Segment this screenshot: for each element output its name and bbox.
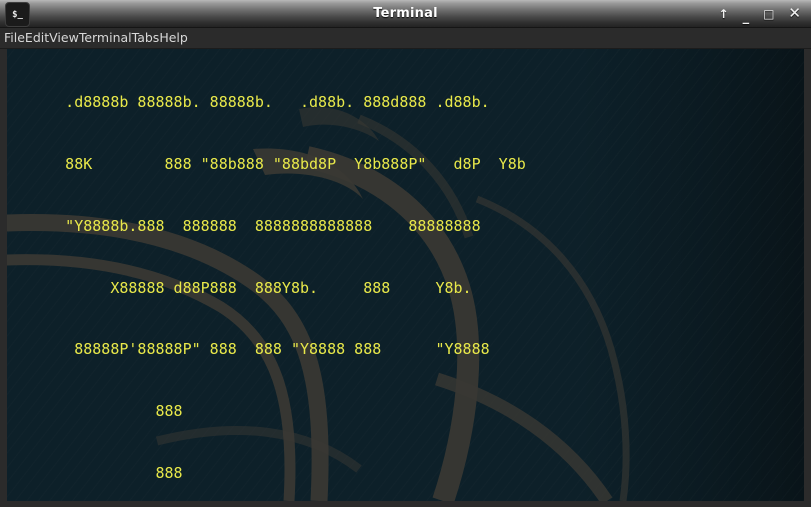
title-bar: $_ Terminal ↑ _ □ ✕	[0, 0, 811, 28]
banner-line: 888	[11, 402, 183, 421]
banner-line: 88K 888 "88b888 "88bd8P Y8b888P" d8P Y8b	[11, 154, 526, 173]
window-title: Terminal	[373, 6, 438, 21]
terminal-output: .d8888b 88888b. 88888b. .d88b. 888d888 .…	[7, 49, 804, 501]
banner-line: .d8888b 88888b. 88888b. .d88b. 888d888 .…	[11, 93, 490, 112]
menu-bar: File Edit View Terminal Tabs Help	[0, 28, 811, 49]
maximize-button[interactable]: □	[763, 8, 774, 20]
terminal-app-icon: $_	[5, 2, 30, 27]
close-button[interactable]: ✕	[788, 6, 801, 21]
minimize-button[interactable]: _	[743, 11, 750, 24]
banner-line: X88888 d88P888 888Y8b. 888 Y8b.	[11, 278, 472, 297]
terminal-window: $_ Terminal ↑ _ □ ✕ File Edit View Termi…	[0, 0, 811, 507]
banner-line: 888	[11, 463, 183, 482]
menu-item-edit[interactable]: Edit	[25, 28, 49, 48]
banner-line: "Y8888b.888 888888 8888888888888 8888888…	[11, 216, 481, 235]
banner-line: 88888P'88888P" 888 888 "Y8888 888 "Y8888	[11, 340, 490, 359]
menu-item-view[interactable]: View	[49, 28, 79, 48]
menu-item-tabs[interactable]: Tabs	[132, 28, 160, 48]
window-controls: ↑ _ □ ✕	[719, 0, 805, 27]
menu-item-file[interactable]: File	[4, 28, 25, 48]
menu-item-help[interactable]: Help	[159, 28, 188, 48]
shade-button[interactable]: ↑	[719, 8, 729, 20]
terminal-body[interactable]: .d8888b 88888b. 88888b. .d88b. 888d888 .…	[0, 49, 811, 507]
menu-item-terminal[interactable]: Terminal	[79, 28, 132, 48]
